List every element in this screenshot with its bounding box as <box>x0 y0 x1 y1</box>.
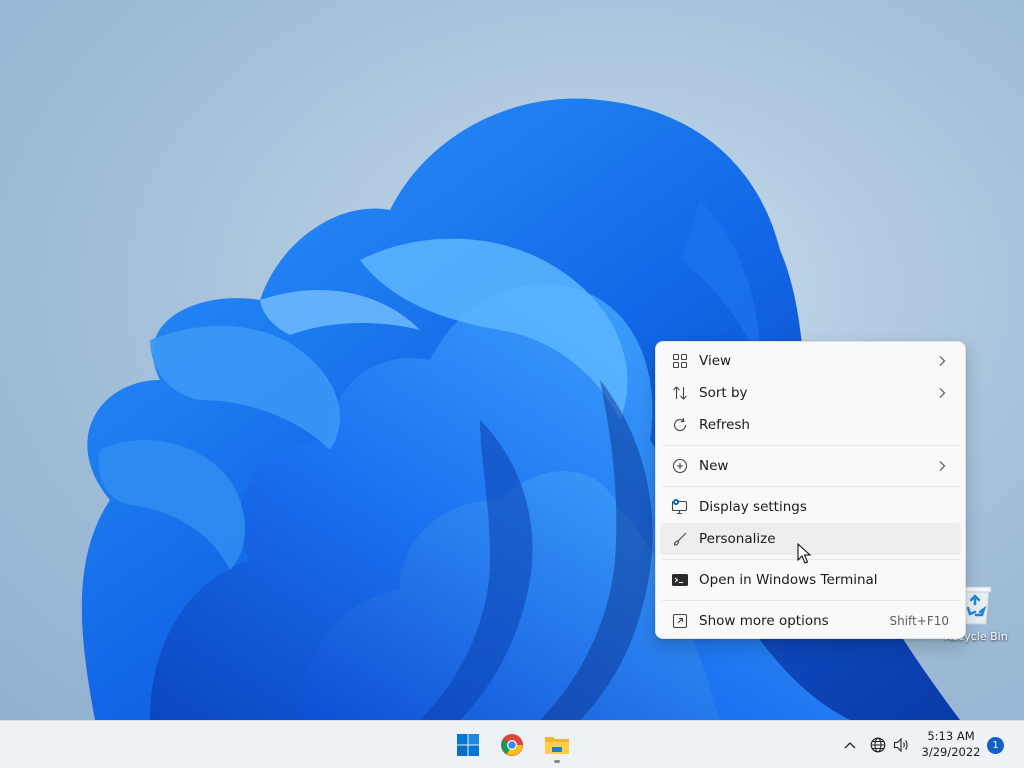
menu-separator <box>662 600 959 601</box>
menu-item-label: View <box>699 353 732 369</box>
volume-icon <box>893 737 908 753</box>
sort-icon <box>670 383 690 403</box>
file-explorer-taskbar-button[interactable] <box>537 725 577 765</box>
menu-item-label: Show more options <box>699 613 829 629</box>
menu-item-open-terminal[interactable]: Open in Windows Terminal <box>660 564 961 596</box>
network-button[interactable] <box>868 735 888 755</box>
refresh-icon <box>670 415 690 435</box>
menu-separator <box>662 445 959 446</box>
menu-separator <box>662 486 959 487</box>
chevron-right-icon <box>935 459 949 473</box>
running-indicator <box>554 760 560 763</box>
menu-item-label: Display settings <box>699 499 807 515</box>
view-grid-icon <box>670 351 690 371</box>
show-hidden-icons-button[interactable] <box>840 735 860 755</box>
shortcut-hint: Shift+F10 <box>889 614 949 628</box>
desktop[interactable]: Recycle Bin View Sort by Refresh New Dis… <box>0 0 1024 720</box>
menu-item-show-more-options[interactable]: Show more options Shift+F10 <box>660 605 961 637</box>
notification-badge[interactable]: 1 <box>987 737 1004 754</box>
menu-item-label: Refresh <box>699 417 750 433</box>
menu-item-label: Sort by <box>699 385 748 401</box>
network-globe-icon <box>870 737 886 753</box>
menu-item-label: Personalize <box>699 531 776 547</box>
brush-icon <box>670 529 690 549</box>
chevron-up-icon <box>844 742 856 749</box>
new-plus-icon <box>670 456 690 476</box>
menu-item-view[interactable]: View <box>660 345 961 377</box>
menu-item-sort-by[interactable]: Sort by <box>660 377 961 409</box>
menu-item-display-settings[interactable]: Display settings <box>660 491 961 523</box>
terminal-icon <box>670 570 690 590</box>
menu-item-refresh[interactable]: Refresh <box>660 409 961 441</box>
display-settings-icon <box>670 497 690 517</box>
volume-button[interactable] <box>892 735 912 755</box>
mouse-pointer-icon <box>797 543 811 564</box>
desktop-context-menu: View Sort by Refresh New Display setting… <box>655 341 966 639</box>
menu-item-label: New <box>699 458 729 474</box>
chevron-right-icon <box>935 354 949 368</box>
taskbar-clock[interactable]: 5:13 AM 3/29/2022 <box>918 728 984 760</box>
start-button[interactable] <box>448 725 488 765</box>
chevron-right-icon <box>935 386 949 400</box>
clock-date: 3/29/2022 <box>921 745 981 759</box>
menu-item-new[interactable]: New <box>660 450 961 482</box>
chrome-taskbar-button[interactable] <box>492 725 532 765</box>
windows-start-icon <box>457 734 479 756</box>
taskbar: 5:13 AM 3/29/2022 1 <box>0 720 1024 768</box>
clock-time: 5:13 AM <box>927 729 975 743</box>
chrome-icon <box>501 734 523 756</box>
more-options-icon <box>670 611 690 631</box>
file-explorer-icon <box>545 737 569 754</box>
menu-item-label: Open in Windows Terminal <box>699 572 878 588</box>
